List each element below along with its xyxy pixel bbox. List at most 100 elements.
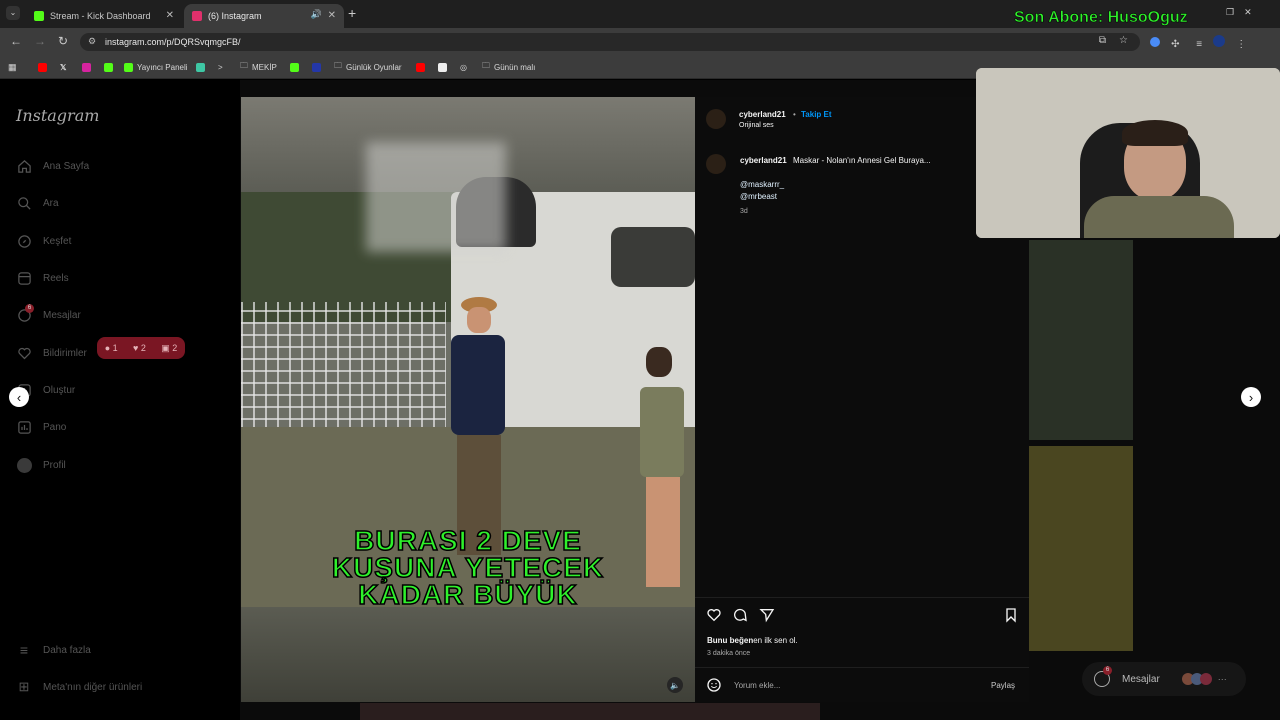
instagram-logo[interactable]: Instagram xyxy=(16,106,99,125)
new-tab-button[interactable]: + xyxy=(348,5,356,21)
sidebar-item-meta[interactable]: ⊞ Meta'nın diğer ürünleri xyxy=(16,677,143,697)
streamer-hair xyxy=(1122,120,1188,146)
sidebar-item-explore[interactable]: Keşfet xyxy=(16,231,71,251)
like-count-value: 2 xyxy=(140,343,146,353)
comment-count-value: 1 xyxy=(112,343,118,353)
sidebar-item-messages[interactable]: 6 Mesajlar xyxy=(16,304,81,325)
tab-instagram[interactable]: (6) Instagram 🔊 ✕ xyxy=(184,4,344,28)
sidebar-item-profile[interactable]: Profil xyxy=(16,455,66,475)
streamer-shirt xyxy=(1084,196,1234,238)
likes-bold[interactable]: Bunu beğen xyxy=(707,636,753,645)
sidebar-item-more[interactable]: ≡ Daha fazla xyxy=(16,640,91,660)
feed-strip xyxy=(360,703,820,720)
sidebar-item-label: Meta'nın diğer ürünleri xyxy=(43,681,143,693)
bookmark-app[interactable] xyxy=(196,60,209,74)
bookmark-arrow[interactable]: > xyxy=(218,60,223,74)
sidebar-item-reels[interactable]: Reels xyxy=(16,268,69,288)
post-comment-button[interactable]: Paylaş xyxy=(991,681,1015,690)
sidebar-item-notifications[interactable]: Bildirimler xyxy=(16,343,87,363)
notification-popup[interactable]: ● 1 ♥ 2 ▣ 2 xyxy=(97,337,185,359)
bookmark-x[interactable]: 𝕏 xyxy=(60,60,66,74)
compass-icon xyxy=(16,233,32,249)
heart-icon xyxy=(16,345,32,361)
separator-dot: • xyxy=(793,110,796,119)
tab-search-button[interactable]: ⌄ xyxy=(6,6,20,20)
apps-grid-icon[interactable]: ▦ xyxy=(8,60,17,74)
sidebar-item-label: Daha fazla xyxy=(43,644,91,656)
restore-window-icon[interactable]: ❐ xyxy=(1226,7,1234,17)
instagram-icon xyxy=(82,62,91,72)
bookmark-globe[interactable]: ◎ xyxy=(460,60,467,74)
bookmark-youtube[interactable] xyxy=(38,60,51,74)
bookmark-label: MEKİP xyxy=(252,62,277,72)
profile-avatar-icon[interactable] xyxy=(1213,35,1226,47)
menu-icon[interactable]: ⋮ xyxy=(1236,39,1246,50)
sidebar-item-dashboard[interactable]: Pano xyxy=(16,417,66,437)
next-post-button[interactable]: › xyxy=(1241,387,1261,407)
tab-kick-dashboard[interactable]: Stream - Kick Dashboard ✕ xyxy=(26,4,182,28)
video-caption-line-3: KADAR BÜYÜK xyxy=(358,579,578,610)
kick-icon xyxy=(104,62,113,72)
speaker-icon[interactable]: 🔊 xyxy=(311,9,322,20)
mention-mrbeast[interactable]: @mrbeast xyxy=(740,192,777,201)
sidebar-item-search[interactable]: Ara xyxy=(16,193,59,213)
bookmark-gunun-mali[interactable]: 🗀 Günün malı xyxy=(482,60,535,74)
emoji-icon[interactable] xyxy=(706,677,722,698)
image-icon xyxy=(438,62,447,72)
caption-author[interactable]: cyberland21 xyxy=(740,156,787,165)
previous-post-button[interactable]: ‹ xyxy=(9,387,29,407)
bookmark-gunluk-oyunlar[interactable]: 🗀 Günlük Oyunlar xyxy=(334,60,402,74)
message-avatars xyxy=(1181,673,1212,685)
comment-input[interactable]: Yorum ekle... xyxy=(734,681,780,690)
close-tab-icon[interactable]: ✕ xyxy=(166,10,174,21)
reels-icon xyxy=(16,270,32,286)
caption-avatar[interactable] xyxy=(706,154,726,174)
mute-button[interactable]: 🔈 xyxy=(667,677,683,693)
close-window-icon[interactable]: ✕ xyxy=(1244,7,1252,17)
post-author[interactable]: cyberland21 xyxy=(739,110,786,119)
messages-badge: 6 xyxy=(1103,666,1112,675)
follow-button[interactable]: Takip Et xyxy=(801,110,832,119)
kick-icon xyxy=(290,62,299,72)
site-info-icon[interactable]: ⚙ xyxy=(88,36,96,47)
bookmark-star-icon[interactable]: ☆ xyxy=(1119,35,1128,46)
blur-patch xyxy=(366,142,506,252)
bookmark-instagram[interactable] xyxy=(82,60,95,74)
tab-label: Stream - Kick Dashboard xyxy=(50,11,151,21)
share-icon[interactable] xyxy=(759,607,775,628)
bookmark-mekip[interactable]: 🗀 MEKİP xyxy=(240,60,277,74)
media-control-icon[interactable]: ≡ xyxy=(1196,39,1202,50)
author-avatar[interactable] xyxy=(706,109,726,129)
address-bar[interactable]: ⚙ instagram.com/p/DQRSvqmgcFB/ ⧉ ☆ xyxy=(80,33,1140,51)
bookmark-youtube-2[interactable] xyxy=(416,60,429,74)
sidebar-item-label: Pano xyxy=(43,421,67,433)
bookmark-label: Günün malı xyxy=(494,62,536,72)
sidebar-item-label: Bildirimler xyxy=(43,347,87,359)
save-icon[interactable] xyxy=(1003,607,1019,628)
messages-icon: 6 xyxy=(1094,666,1112,687)
bookmark-kick-2[interactable] xyxy=(290,60,303,74)
sidebar-item-home[interactable]: Ana Sayfa xyxy=(16,156,89,176)
reload-icon[interactable]: ↻ xyxy=(58,34,68,48)
forward-icon[interactable]: → xyxy=(34,34,46,48)
mention-maskar[interactable]: @maskarrr_ xyxy=(740,180,784,189)
puzzle-icon[interactable]: ✣ xyxy=(1171,39,1179,50)
bookmark-blue[interactable] xyxy=(312,60,325,74)
back-icon[interactable]: ← xyxy=(10,34,22,48)
bookmark-image[interactable] xyxy=(438,60,451,74)
messages-bar[interactable]: 6 Mesajlar ⋯ xyxy=(1082,662,1246,696)
reel-video[interactable]: BURASI 2 DEVE KUŞUNA YETECEK KADAR BÜYÜK… xyxy=(241,97,695,702)
extension-icon[interactable] xyxy=(1150,37,1160,47)
install-app-icon[interactable]: ⧉ xyxy=(1099,35,1106,46)
bookmark-yayinci-paneli[interactable]: Yayıncı Paneli xyxy=(124,60,188,74)
close-tab-icon[interactable]: ✕ xyxy=(328,10,336,21)
audio-label[interactable]: Orijinal ses xyxy=(739,122,774,129)
extension-icons: ✣ ≡ ⋮ xyxy=(1150,35,1246,50)
follow-count: ▣ 2 xyxy=(161,342,178,353)
follow-count-value: 2 xyxy=(172,342,178,353)
bookmark-kick[interactable] xyxy=(104,60,117,74)
sidebar-item-label: Ana Sayfa xyxy=(43,160,90,172)
streamer-webcam xyxy=(976,68,1280,238)
comment-icon[interactable] xyxy=(732,607,748,628)
like-icon[interactable] xyxy=(706,607,722,628)
